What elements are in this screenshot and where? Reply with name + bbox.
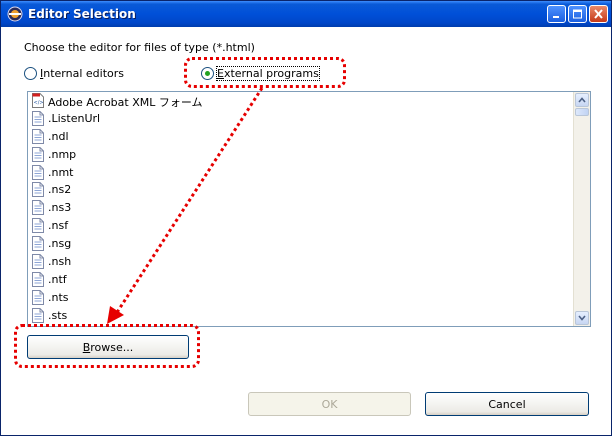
annotation-arrow <box>107 87 264 324</box>
arrow-head-icon <box>107 306 124 324</box>
